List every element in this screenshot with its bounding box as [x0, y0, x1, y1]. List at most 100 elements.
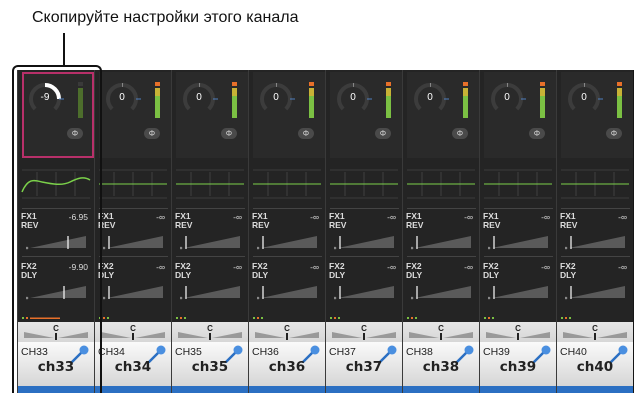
fx2-send-level: -∞ — [233, 262, 242, 272]
divider — [99, 256, 168, 257]
fx2-send-slider[interactable] — [565, 282, 627, 300]
input-meter-strip — [176, 317, 186, 319]
divider — [330, 256, 399, 257]
channel-number: CH34 — [98, 346, 125, 358]
eq-graph[interactable] — [403, 162, 479, 206]
eq-graph[interactable] — [326, 162, 402, 206]
fx2-send-slider[interactable] — [180, 282, 242, 300]
channel-color-bar — [480, 386, 556, 393]
channel-name-button[interactable]: CH39 ch39 — [480, 342, 556, 386]
eq-graph[interactable] — [480, 162, 556, 206]
channel-number: CH38 — [406, 346, 433, 358]
fx1-send-slider[interactable] — [103, 232, 165, 250]
input-meter-strip — [484, 317, 494, 319]
channel-name-button[interactable]: CH38 ch38 — [403, 342, 479, 386]
phase-button[interactable]: Φ — [144, 128, 160, 139]
gain-value: 0 — [273, 92, 279, 103]
channel-number: CH40 — [560, 346, 587, 358]
fx2-label: FX2 DLY — [483, 261, 500, 280]
pan-slider-icon — [178, 332, 242, 340]
fx1-send-slider[interactable] — [488, 232, 550, 250]
fx2-send-level: -∞ — [618, 262, 627, 272]
fx2-send-slider[interactable] — [257, 282, 319, 300]
gain-value: 0 — [581, 92, 587, 103]
eq-graph[interactable] — [249, 162, 325, 206]
fx2-label: FX2 DLY — [252, 261, 269, 280]
fx1-send-slider[interactable] — [565, 232, 627, 250]
divider — [253, 256, 322, 257]
level-meter — [617, 82, 622, 118]
channel-strip-ch40[interactable]: 0 Φ FX1 REV -∞ FX2 DLY -∞ C CH40 ch40 — [556, 70, 633, 393]
pan-slider-icon — [255, 332, 319, 340]
eq-graph[interactable] — [557, 162, 633, 206]
phase-button[interactable]: Φ — [452, 128, 468, 139]
input-meter-strip — [407, 317, 417, 319]
fx2-label: FX2 DLY — [406, 261, 423, 280]
fx2-send-level: -∞ — [464, 262, 473, 272]
instruction-caption: Скопируйте настройки этого канала — [32, 9, 299, 26]
fx2-label: FX2 DLY — [329, 261, 346, 280]
fx1-label: FX1 REV — [406, 211, 424, 230]
pan-slider-icon — [332, 332, 396, 340]
mixer-panel: -9 Φ FX1 REV -6.95 FX2 DLY -9.90 C CH33 … — [17, 70, 634, 393]
channel-color-bar — [403, 386, 479, 393]
channel-name-button[interactable]: CH34 ch34 — [95, 342, 171, 386]
level-meter — [463, 82, 468, 118]
gain-value: 0 — [350, 92, 356, 103]
channel-strip-ch39[interactable]: 0 Φ FX1 REV -∞ FX2 DLY -∞ C CH39 ch39 — [479, 70, 556, 393]
gain-knob-area[interactable]: 0 Φ — [407, 72, 479, 158]
divider — [407, 208, 476, 209]
phase-button[interactable]: Φ — [375, 128, 391, 139]
divider — [407, 256, 476, 257]
gain-knob-area[interactable]: 0 Φ — [176, 72, 248, 158]
channel-color-bar — [172, 386, 248, 393]
divider — [561, 208, 630, 209]
gain-knob-area[interactable]: 0 Φ — [330, 72, 402, 158]
gain-knob-area[interactable]: 0 Φ — [484, 72, 556, 158]
channel-number: CH36 — [252, 346, 279, 358]
channel-name: ch38 — [422, 359, 460, 375]
phase-button[interactable]: Φ — [221, 128, 237, 139]
fx1-send-slider[interactable] — [257, 232, 319, 250]
channel-color-bar — [326, 386, 402, 393]
fx1-label: FX1 REV — [175, 211, 193, 230]
channel-name-button[interactable]: CH35 ch35 — [172, 342, 248, 386]
gain-knob-area[interactable]: 0 Φ — [253, 72, 325, 158]
fx1-send-slider[interactable] — [411, 232, 473, 250]
divider — [330, 208, 399, 209]
eq-graph[interactable] — [172, 162, 248, 206]
channel-strip-ch34[interactable]: 0 Φ FX1 REV -∞ FX2 DLY -∞ C CH34 ch34 — [94, 70, 171, 393]
phase-button[interactable]: Φ — [606, 128, 622, 139]
channel-number: CH39 — [483, 346, 510, 358]
fx2-label: FX2 DLY — [175, 261, 192, 280]
fx1-send-level: -∞ — [310, 212, 319, 222]
channel-strip-ch35[interactable]: 0 Φ FX1 REV -∞ FX2 DLY -∞ C CH35 ch35 — [171, 70, 248, 393]
fx1-label: FX1 REV — [560, 211, 578, 230]
fx2-send-slider[interactable] — [103, 282, 165, 300]
divider — [561, 256, 630, 257]
phase-button[interactable]: Φ — [529, 128, 545, 139]
channel-name-button[interactable]: CH40 ch40 — [557, 342, 633, 386]
phase-button[interactable]: Φ — [298, 128, 314, 139]
fx1-send-level: -∞ — [618, 212, 627, 222]
input-meter-strip — [99, 317, 109, 319]
channel-strip-ch37[interactable]: 0 Φ FX1 REV -∞ FX2 DLY -∞ C CH37 ch37 — [325, 70, 402, 393]
fx2-send-slider[interactable] — [488, 282, 550, 300]
fx2-send-slider[interactable] — [411, 282, 473, 300]
fx1-send-slider[interactable] — [180, 232, 242, 250]
divider — [99, 208, 168, 209]
channel-name-button[interactable]: CH36 ch36 — [249, 342, 325, 386]
channel-strip-ch38[interactable]: 0 Φ FX1 REV -∞ FX2 DLY -∞ C CH38 ch38 — [402, 70, 479, 393]
eq-graph[interactable] — [95, 162, 171, 206]
gain-knob-area[interactable]: 0 Φ — [561, 72, 633, 158]
gain-knob-area[interactable]: 0 Φ — [99, 72, 171, 158]
channel-name: ch35 — [191, 359, 229, 375]
fx1-label: FX1 REV — [329, 211, 347, 230]
fx2-send-slider[interactable] — [334, 282, 396, 300]
gain-value: 0 — [196, 92, 202, 103]
channel-strip-ch36[interactable]: 0 Φ FX1 REV -∞ FX2 DLY -∞ C CH36 ch36 — [248, 70, 325, 393]
fx2-label: FX2 DLY — [560, 261, 577, 280]
fx1-send-slider[interactable] — [334, 232, 396, 250]
channel-name-button[interactable]: CH37 ch37 — [326, 342, 402, 386]
fx2-send-level: -∞ — [387, 262, 396, 272]
